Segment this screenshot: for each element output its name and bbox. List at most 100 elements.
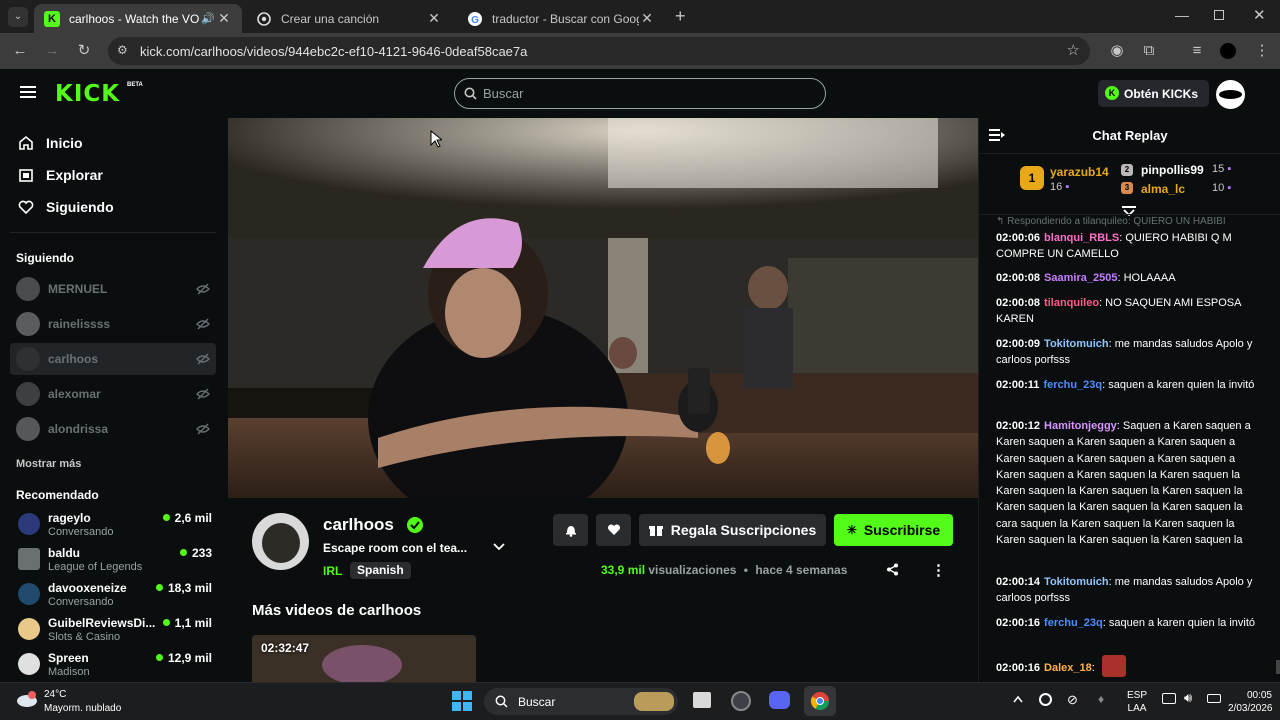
following-item[interactable]: alondrissa — [10, 413, 216, 445]
back-icon[interactable]: ← — [11, 42, 29, 60]
user-avatar[interactable] — [1216, 80, 1245, 109]
gift-subs-button[interactable]: Regala Suscripciones — [639, 514, 826, 546]
chat-username[interactable]: ferchu_23q — [1044, 617, 1103, 629]
display-icon[interactable] — [1162, 693, 1176, 704]
windows-start-icon[interactable] — [452, 691, 472, 711]
address-bar[interactable]: ⚙ kick.com/carlhoos/videos/944ebc2c-ef10… — [108, 37, 1090, 65]
leader-name[interactable]: alma_lc — [1141, 182, 1185, 196]
media-control-icon[interactable]: ≡ — [1188, 42, 1206, 60]
more-videos-heading: Más videos de carlhoos — [252, 602, 422, 619]
volume-icon[interactable]: 🔊︎ — [1184, 690, 1192, 706]
recommended-item[interactable]: GuibelReviewsDi... Slots & Casino 1,1 mi… — [16, 614, 214, 648]
offline-eye-slash-icon — [196, 353, 210, 365]
incognito-icon[interactable]: ◉ — [1108, 42, 1126, 60]
show-more-link[interactable]: Mostrar más — [16, 458, 81, 470]
taskbar-search[interactable]: Buscar — [484, 688, 678, 715]
views-count: 33,9 mil — [601, 563, 646, 577]
channel-name: rageylo — [48, 511, 91, 525]
language-tag[interactable]: Spanish — [350, 562, 411, 579]
channel-name[interactable]: carlhoos — [323, 515, 394, 535]
gift-sub-icon: ▪ — [1065, 181, 1070, 193]
leader-name[interactable]: yarazub14 — [1050, 165, 1109, 179]
chrome-icon[interactable] — [804, 686, 836, 716]
following-item[interactable]: rainelissss — [10, 308, 216, 340]
recommended-item[interactable]: baldu League of Legends 233 — [16, 544, 214, 578]
get-kicks-button[interactable]: K Obtén KICKs — [1098, 80, 1209, 107]
new-tab-icon[interactable]: + — [675, 6, 691, 27]
more-options-kebab-icon[interactable]: ⋮ — [931, 561, 946, 579]
url-text: kick.com/carlhoos/videos/944ebc2c-ef10-4… — [140, 43, 528, 59]
microphone-icon[interactable]: ♦ — [1098, 692, 1104, 706]
following-item-selected[interactable]: carlhoos — [10, 343, 216, 375]
chat-username[interactable]: blanqui_RBLS — [1044, 232, 1119, 244]
app-icon[interactable] — [731, 691, 751, 711]
recommended-item[interactable]: Spreen Madison 12,9 mil — [16, 649, 214, 683]
notifications-button[interactable] — [553, 514, 588, 546]
chat-username[interactable]: Saamira_2505 — [1044, 272, 1117, 284]
hamburger-menu-icon[interactable] — [20, 86, 36, 98]
clock-time: 00:05 — [1246, 690, 1272, 701]
nav-inicio[interactable]: Inicio — [18, 132, 83, 154]
chat-username[interactable]: Dalex_18 — [1044, 662, 1092, 674]
leader-name[interactable]: pinpollis99 — [1141, 163, 1204, 177]
viewer-count: 2,6 mil — [162, 511, 212, 525]
tray-app-icon[interactable] — [1039, 693, 1052, 706]
video-player[interactable] — [228, 118, 978, 498]
tab-close-icon[interactable]: ✕ — [216, 10, 232, 27]
share-icon[interactable] — [886, 563, 899, 576]
nav-explorar[interactable]: Explorar — [18, 164, 103, 186]
tab-audio-icon[interactable]: 🔊 — [200, 12, 216, 25]
expand-title-chevron-down-icon[interactable] — [493, 542, 505, 552]
gift-sub-icon: ▪ — [1227, 182, 1232, 194]
channel-avatar[interactable] — [252, 513, 309, 570]
language-indicator[interactable]: ESP LAA — [1127, 689, 1147, 715]
category-link[interactable]: IRL — [323, 564, 342, 578]
chat-username[interactable]: Tokitomuich — [1044, 576, 1109, 588]
weather-widget[interactable]: 24°C Mayorm. nublado — [14, 686, 154, 718]
maximize-icon[interactable] — [1214, 10, 1224, 20]
site-info-icon[interactable]: ⚙ — [117, 43, 128, 57]
os-taskbar: 24°C Mayorm. nublado Buscar ⊘ ♦ ESP LAA … — [0, 682, 1280, 720]
tab-close-icon[interactable]: ✕ — [639, 10, 655, 27]
chat-username[interactable]: Tokitomuich — [1044, 338, 1109, 350]
nav-label: Inicio — [46, 135, 83, 151]
recommended-item[interactable]: rageylo Conversando 2,6 mil — [16, 509, 214, 543]
tab-kick-vod[interactable]: K carlhoos - Watch the VOD o 🔊 ✕ — [34, 4, 242, 33]
tab-crear-cancion[interactable]: Crear una canción ✕ — [246, 4, 452, 33]
file-explorer-icon[interactable] — [693, 692, 711, 708]
battery-icon[interactable] — [1207, 694, 1221, 703]
profile-avatar[interactable] — [1220, 43, 1236, 59]
tab-close-icon[interactable]: ✕ — [426, 10, 442, 27]
reload-icon[interactable]: ↻ — [75, 42, 93, 60]
gifter-leaderboard: 1 yarazub14 16 ▪ 2 pinpollis99 15 ▪ 3 al… — [979, 154, 1280, 212]
chat-username[interactable]: Hamitonjeggy — [1044, 420, 1117, 432]
search-input[interactable]: Buscar — [454, 78, 826, 109]
chat-scrollbar[interactable] — [1276, 660, 1280, 674]
minimize-icon[interactable]: — — [1175, 7, 1189, 23]
recommended-item[interactable]: davooxeneize Conversando 18,3 mil — [16, 579, 214, 613]
menu-kebab-icon[interactable]: ⋮ — [1253, 42, 1271, 60]
network-off-icon[interactable]: ⊘ — [1067, 692, 1078, 708]
chat-username[interactable]: ferchu_23q — [1043, 379, 1102, 391]
forward-icon[interactable]: → — [43, 42, 61, 60]
extensions-icon[interactable]: ⧉ — [1140, 42, 1158, 60]
follow-heart-button[interactable] — [596, 514, 631, 546]
subscribe-button[interactable]: ✳ Suscribirse — [834, 514, 953, 546]
tab-search-button[interactable]: ⌄ — [8, 7, 28, 27]
bookmark-star-icon[interactable]: ☆ — [1067, 41, 1080, 59]
discord-icon[interactable] — [769, 691, 790, 709]
following-item[interactable]: alexomar — [10, 378, 216, 410]
nav-siguiendo[interactable]: Siguiendo — [18, 196, 114, 218]
verified-badge-icon — [406, 516, 424, 534]
following-item[interactable]: MERNUEL — [10, 273, 216, 305]
channel-category: Madison — [48, 666, 90, 678]
leader-count: 10 ▪ — [1212, 182, 1232, 194]
kick-logo[interactable]: KICK — [55, 81, 120, 107]
tray-chevron-up-icon[interactable] — [1013, 695, 1023, 703]
tab-traductor[interactable]: G traductor - Buscar con Google ✕ — [457, 4, 665, 33]
chat-username[interactable]: tilanquileo — [1044, 297, 1099, 309]
video-thumbnail[interactable]: 02:32:47 — [252, 635, 476, 682]
close-window-icon[interactable]: ✕ — [1253, 6, 1266, 24]
avatar — [18, 513, 40, 535]
clock[interactable]: 00:05 2/03/2026 — [1228, 689, 1273, 715]
